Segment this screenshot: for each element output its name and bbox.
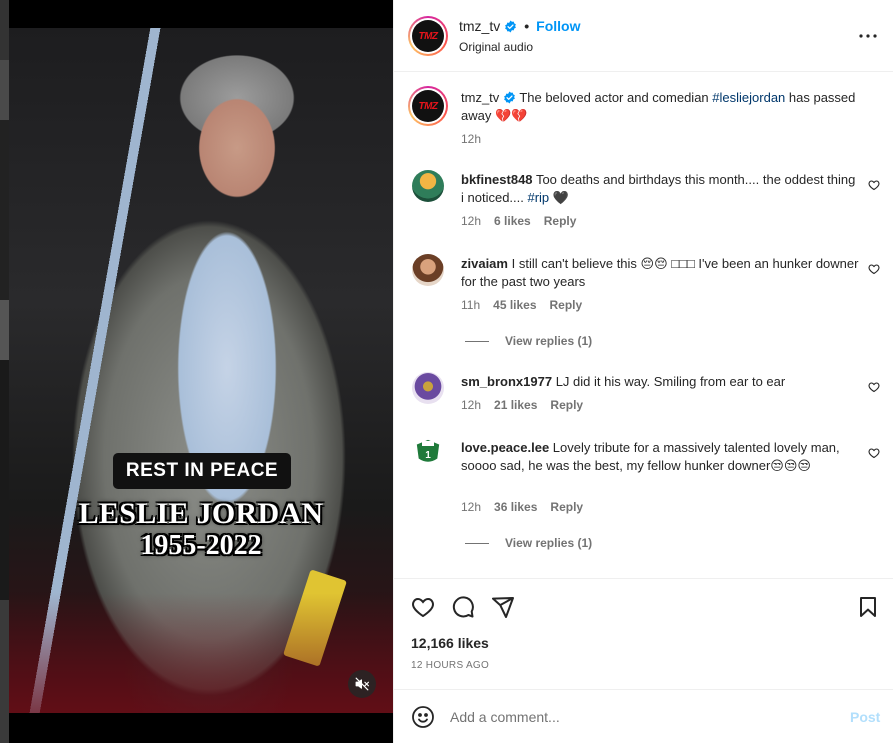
svg-text:1: 1: [425, 450, 431, 461]
heart-icon[interactable]: [411, 595, 435, 619]
comment-time: 11h: [461, 298, 481, 312]
comment-username[interactable]: zivaiam: [461, 256, 508, 271]
caption-avatar[interactable]: TMZ: [408, 86, 448, 126]
post-button[interactable]: Post: [850, 709, 880, 725]
comment-meta: 12h 36 likes Reply: [461, 500, 583, 514]
comment-likes[interactable]: 45 likes: [493, 298, 536, 312]
overlay-years-text: 1955-2022: [140, 530, 262, 561]
post-timestamp: 12 HOURS AGO: [411, 660, 490, 671]
comment-meta: 12h 6 likes Reply: [461, 214, 576, 228]
portrait-photo: [9, 28, 393, 713]
reply-button[interactable]: Reply: [550, 398, 583, 412]
comments-list[interactable]: TMZ tmz_tv The beloved actor and comedia…: [394, 72, 893, 578]
author-username[interactable]: tmz_tv: [459, 18, 500, 34]
tmz-logo: TMZ: [412, 90, 444, 122]
follow-button[interactable]: Follow: [536, 18, 580, 34]
verified-badge-icon: [503, 91, 516, 104]
comment-input[interactable]: [450, 705, 830, 729]
comment-like-heart-icon[interactable]: [868, 381, 880, 393]
add-comment-bar: Post: [394, 689, 893, 743]
background-strip: [0, 0, 9, 743]
post-media[interactable]: REST IN PEACE LESLIE JORDAN 1955-2022: [0, 0, 393, 743]
rest-in-peace-badge: REST IN PEACE: [113, 453, 291, 489]
comment-time: 12h: [461, 214, 482, 228]
reply-button[interactable]: Reply: [550, 298, 583, 312]
red-carpet: [9, 593, 393, 713]
commenter-avatar[interactable]: [412, 254, 444, 286]
comment-likes[interactable]: 6 likes: [494, 214, 531, 228]
comment-username[interactable]: love.peace.lee: [461, 440, 549, 455]
view-replies-button[interactable]: View replies (1): [465, 334, 592, 348]
emoji-smile-icon[interactable]: [411, 705, 435, 729]
highway-sign-icon: 1: [415, 438, 441, 464]
reply-button[interactable]: Reply: [550, 500, 583, 514]
comment-like-heart-icon[interactable]: [868, 263, 880, 275]
comment-text: love.peace.lee Lovely tribute for a mass…: [461, 440, 840, 473]
action-bar: 12,166 likes 12 HOURS AGO: [394, 578, 893, 688]
tmz-logo: TMZ: [412, 20, 444, 52]
comment-meta: 12h 21 likes Reply: [461, 398, 583, 412]
likes-count[interactable]: 12,166 likes: [411, 635, 489, 651]
caption-text: tmz_tv The beloved actor and comedian #l…: [461, 90, 856, 123]
comment-like-heart-icon[interactable]: [868, 447, 880, 459]
comment-text: zivaiam I still can't believe this 😔😔 □□…: [461, 256, 859, 289]
caption-time: 12h: [461, 132, 482, 146]
separator-dot: •: [524, 18, 530, 34]
header-user-row: tmz_tv • Follow: [459, 18, 580, 34]
more-options-button[interactable]: [856, 26, 880, 46]
caption-meta: 12h: [461, 132, 481, 146]
comment-time: 12h: [461, 398, 482, 412]
caption-username[interactable]: tmz_tv: [461, 90, 499, 105]
comment-time: 12h: [461, 500, 482, 514]
more-horizontal-icon: [859, 34, 877, 38]
comment-bubble-icon[interactable]: [451, 595, 475, 619]
comment-text: bkfinest848 Too deaths and birthdays thi…: [461, 172, 856, 205]
replies-divider-line: [465, 542, 489, 544]
bookmark-icon[interactable]: [856, 595, 880, 619]
post-details-panel: TMZ tmz_tv • Follow Original audio TMZ t…: [393, 0, 893, 743]
comment-likes[interactable]: 21 likes: [494, 398, 537, 412]
speaker-muted-icon: [355, 677, 369, 691]
mute-button[interactable]: [348, 670, 376, 698]
reply-button[interactable]: Reply: [544, 214, 577, 228]
replies-divider-line: [465, 340, 489, 342]
caption-hashtag[interactable]: #lesliejordan: [712, 90, 785, 105]
paper-plane-icon[interactable]: [491, 595, 515, 619]
commenter-avatar[interactable]: [412, 170, 444, 202]
author-avatar[interactable]: TMZ: [408, 16, 448, 56]
view-replies-button[interactable]: View replies (1): [465, 536, 592, 550]
comment-likes[interactable]: 36 likes: [494, 500, 537, 514]
original-audio-link[interactable]: Original audio: [459, 40, 533, 54]
comment-username[interactable]: bkfinest848: [461, 172, 533, 187]
verified-badge-icon: [504, 20, 517, 33]
overlay-name-text: LESLIE JORDAN: [78, 497, 324, 530]
comment-text: sm_bronx1977 LJ did it his way. Smiling …: [461, 374, 786, 389]
comment-hashtag[interactable]: #rip: [527, 190, 549, 205]
commenter-avatar[interactable]: [412, 372, 444, 404]
comment-like-heart-icon[interactable]: [868, 179, 880, 191]
commenter-avatar[interactable]: 1: [412, 436, 444, 468]
comment-meta: 11h 45 likes Reply: [461, 298, 582, 312]
post-header: TMZ tmz_tv • Follow Original audio: [394, 0, 893, 72]
comment-username[interactable]: sm_bronx1977: [461, 374, 552, 389]
